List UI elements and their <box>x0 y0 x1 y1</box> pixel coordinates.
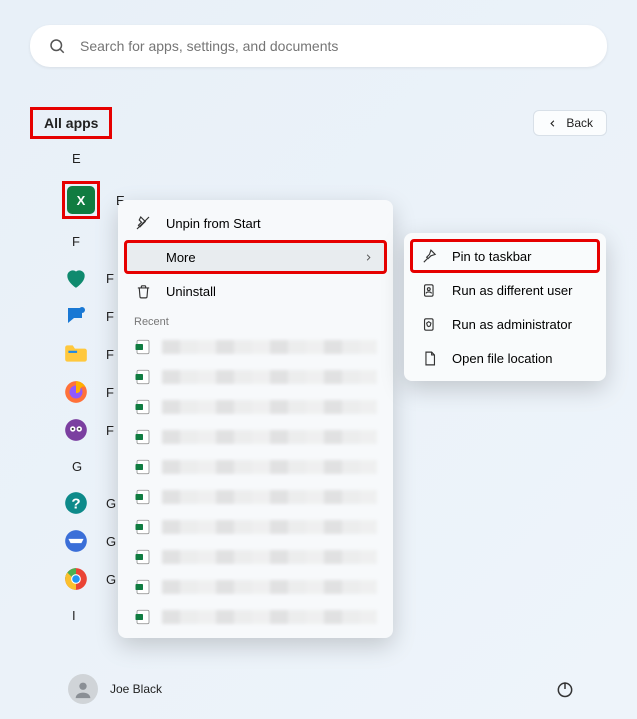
recent-item[interactable] <box>124 332 387 362</box>
redacted-text <box>162 460 377 474</box>
recent-item[interactable] <box>124 452 387 482</box>
folder-icon <box>62 340 90 368</box>
recent-heading: Recent <box>124 308 387 332</box>
excel-file-icon <box>134 398 152 416</box>
excel-file-icon <box>134 518 152 536</box>
menu-label: Unpin from Start <box>166 216 261 231</box>
app-label: G <box>106 534 116 549</box>
more-submenu: Pin to taskbar Run as different user Run… <box>404 233 606 381</box>
search-box[interactable] <box>30 25 607 67</box>
excel-icon: X <box>67 186 95 214</box>
menu-run-admin[interactable]: Run as administrator <box>410 307 600 341</box>
firefox-icon <box>62 378 90 406</box>
pin-icon <box>420 247 438 265</box>
redacted-text <box>162 340 377 354</box>
app-label: F <box>106 309 114 324</box>
user-account[interactable]: Joe Black <box>68 674 162 704</box>
avatar-icon <box>68 674 98 704</box>
menu-more[interactable]: More <box>124 240 387 274</box>
redacted-text <box>162 430 377 444</box>
app-label: F <box>106 423 114 438</box>
redacted-text <box>162 550 377 564</box>
unpin-icon <box>134 214 152 232</box>
redacted-text <box>162 400 377 414</box>
letter-header-e[interactable]: E <box>72 151 637 166</box>
menu-label: Open file location <box>452 351 552 366</box>
redacted-text <box>162 610 377 624</box>
excel-file-icon <box>134 488 152 506</box>
file-icon <box>420 349 438 367</box>
power-button[interactable] <box>555 679 575 699</box>
menu-pin-taskbar[interactable]: Pin to taskbar <box>410 239 600 273</box>
app-label: G <box>106 572 116 587</box>
redacted-text <box>162 580 377 594</box>
chevron-left-icon <box>547 118 558 129</box>
owl-icon <box>62 416 90 444</box>
excel-file-icon <box>134 608 152 626</box>
menu-label: Run as administrator <box>452 317 572 332</box>
menu-unpin-start[interactable]: Unpin from Start <box>124 206 387 240</box>
recent-item[interactable] <box>124 482 387 512</box>
recent-item[interactable] <box>124 512 387 542</box>
recent-item[interactable] <box>124 572 387 602</box>
redacted-text <box>162 490 377 504</box>
all-apps-heading: All apps <box>30 107 112 139</box>
redacted-text <box>162 520 377 534</box>
excel-file-icon <box>134 428 152 446</box>
recent-item[interactable] <box>124 542 387 572</box>
svg-text:?: ? <box>71 495 80 512</box>
excel-file-icon <box>134 458 152 476</box>
context-menu: Unpin from Start More Uninstall Recent <box>118 200 393 638</box>
menu-run-different-user[interactable]: Run as different user <box>410 273 600 307</box>
blank-icon <box>134 248 152 266</box>
chrome-icon <box>62 565 90 593</box>
excel-file-icon <box>134 338 152 356</box>
feedback-icon <box>62 302 90 330</box>
username: Joe Black <box>110 682 162 696</box>
redacted-text <box>162 370 377 384</box>
menu-open-file-location[interactable]: Open file location <box>410 341 600 375</box>
trash-icon <box>134 282 152 300</box>
excel-file-icon <box>134 548 152 566</box>
app-label: F <box>106 385 114 400</box>
search-icon <box>48 37 66 55</box>
recent-item[interactable] <box>124 422 387 452</box>
chevron-right-icon <box>363 252 374 263</box>
back-label: Back <box>566 116 593 130</box>
help-icon: ? <box>62 489 90 517</box>
user-icon <box>420 281 438 299</box>
footer: Joe Black <box>0 659 637 719</box>
ninja-icon <box>62 527 90 555</box>
recent-item[interactable] <box>124 602 387 632</box>
recent-item[interactable] <box>124 362 387 392</box>
menu-uninstall[interactable]: Uninstall <box>124 274 387 308</box>
excel-file-icon <box>134 368 152 386</box>
app-label: G <box>106 496 116 511</box>
search-input[interactable] <box>80 38 589 54</box>
menu-label: Pin to taskbar <box>452 249 532 264</box>
app-label: F <box>106 271 114 286</box>
excel-file-icon <box>134 578 152 596</box>
menu-label: Uninstall <box>166 284 216 299</box>
app-label: F <box>106 347 114 362</box>
family-icon <box>62 264 90 292</box>
recent-item[interactable] <box>124 392 387 422</box>
menu-label: More <box>166 250 196 265</box>
shield-icon <box>420 315 438 333</box>
menu-label: Run as different user <box>452 283 572 298</box>
back-button[interactable]: Back <box>533 110 607 136</box>
